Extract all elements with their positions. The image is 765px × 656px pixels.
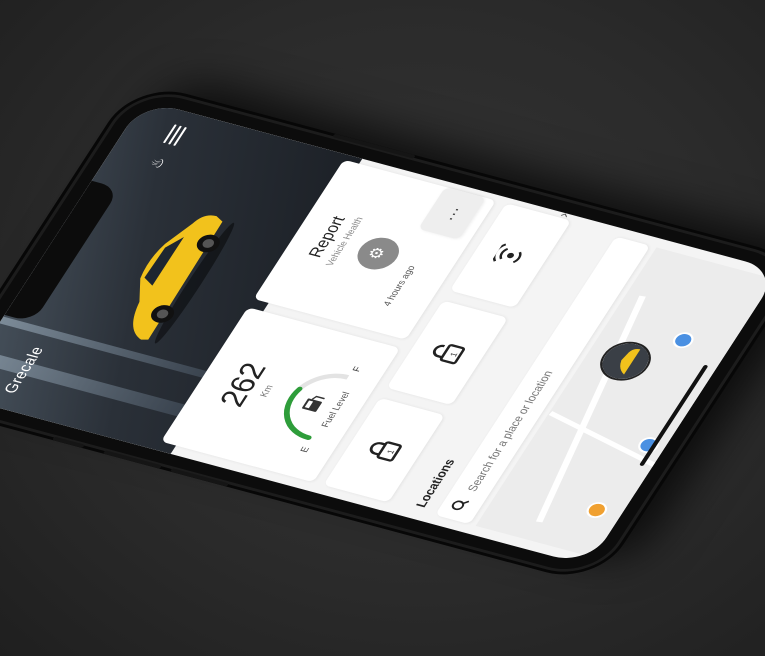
vehicle-health-icon: ⚙ xyxy=(350,233,407,274)
notification-icon[interactable]: ♨ xyxy=(141,152,172,174)
map-pin-icon[interactable] xyxy=(669,330,698,351)
search-icon xyxy=(451,500,470,511)
volume-up-button xyxy=(102,450,162,469)
map-pin-icon[interactable] xyxy=(582,500,611,521)
volume-down-button xyxy=(169,468,230,487)
unlock-icon: 1 xyxy=(432,344,466,365)
remote-signal-icon xyxy=(492,243,522,264)
fuel-pump-icon xyxy=(302,395,325,412)
phone-device: Grecale ♨ 262 Km E F Fuel Level Report V… xyxy=(0,86,765,580)
background: Grecale ♨ 262 Km E F Fuel Level Report V… xyxy=(0,0,765,656)
chevron-right-icon[interactable]: › xyxy=(529,204,597,225)
app-screen: Grecale ♨ 262 Km E F Fuel Level Report V… xyxy=(0,100,765,566)
mute-switch xyxy=(52,436,85,449)
menu-icon[interactable] xyxy=(160,123,190,146)
lock-icon: 1 xyxy=(369,441,402,462)
